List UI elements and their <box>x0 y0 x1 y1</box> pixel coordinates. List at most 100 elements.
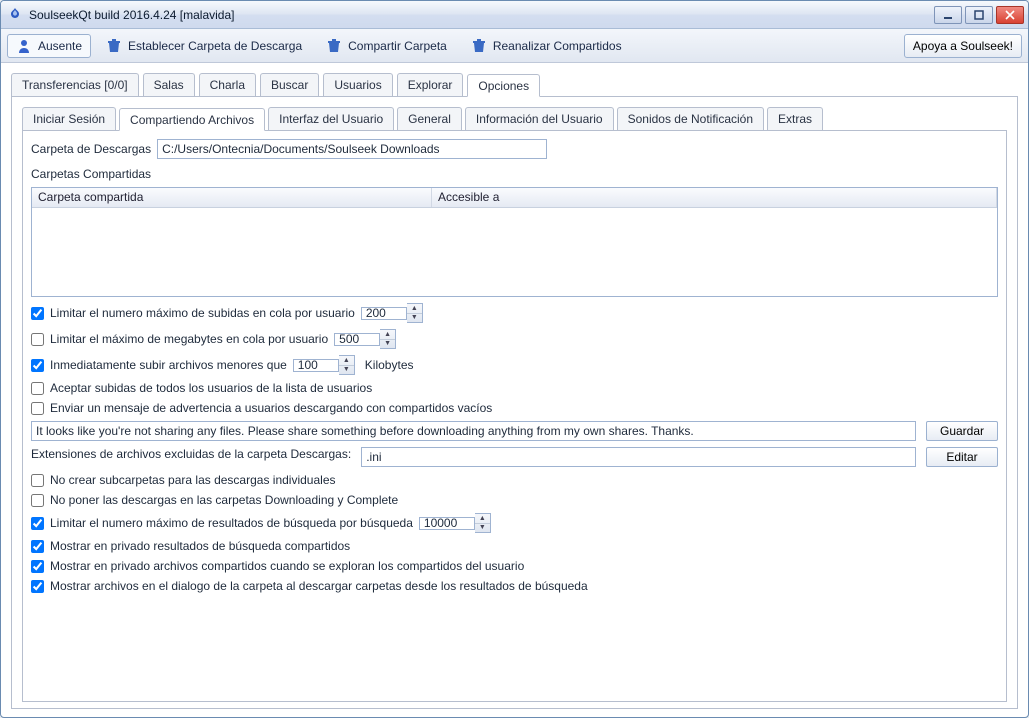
private-search-results-label: Mostrar en privado resultados de búsqued… <box>50 539 350 553</box>
subtab-sounds[interactable]: Sonidos de Notificación <box>617 107 764 130</box>
limit-mb-per-user-value[interactable] <box>334 333 380 346</box>
tab-transfers[interactable]: Transferencias [0/0] <box>11 73 139 96</box>
download-folder-input[interactable] <box>157 139 547 159</box>
private-browse-shares-checkbox[interactable] <box>31 560 44 573</box>
limit-mb-per-user-checkbox[interactable] <box>31 333 44 346</box>
limit-mb-per-user-label: Limitar el máximo de megabytes en cola p… <box>50 332 328 346</box>
subtab-general[interactable]: General <box>397 107 462 130</box>
limit-uploads-per-user-label: Limitar el numero máximo de subidas en c… <box>50 306 355 320</box>
tab-rooms-label: Salas <box>154 78 184 92</box>
private-search-results-checkbox[interactable] <box>31 540 44 553</box>
limit-search-results-checkbox[interactable] <box>31 517 44 530</box>
rescan-shares-label: Reanalizar Compartidos <box>493 39 622 53</box>
spinner-arrows[interactable]: ▲▼ <box>339 355 355 375</box>
edit-button-label: Editar <box>946 450 977 464</box>
save-button[interactable]: Guardar <box>926 421 998 441</box>
no-subfolders-label: No crear subcarpetas para las descargas … <box>50 473 336 487</box>
show-files-dialog-row: Mostrar archivos en el dialogo de la car… <box>31 579 998 593</box>
show-files-dialog-checkbox[interactable] <box>31 580 44 593</box>
immediate-upload-checkbox[interactable] <box>31 359 44 372</box>
col-accessible-to[interactable]: Accesible a <box>432 188 997 207</box>
limit-mb-per-user-spinner[interactable]: ▲▼ <box>334 329 396 349</box>
tab-search[interactable]: Buscar <box>260 73 319 96</box>
tab-browse-label: Explorar <box>408 78 453 92</box>
no-subfolders-checkbox[interactable] <box>31 474 44 487</box>
tab-users-label: Usuarios <box>334 78 381 92</box>
subtab-login[interactable]: Iniciar Sesión <box>22 107 116 130</box>
options-subtabs: Iniciar Sesión Compartiendo Archivos Int… <box>22 107 1007 131</box>
limit-search-results-row: Limitar el numero máximo de resultados d… <box>31 513 998 533</box>
file-sharing-panel: Carpeta de Descargas Carpetas Compartida… <box>22 131 1007 702</box>
warn-empty-shares-checkbox[interactable] <box>31 402 44 415</box>
tab-rooms[interactable]: Salas <box>143 73 195 96</box>
warn-empty-shares-label: Enviar un mensaje de advertencia a usuar… <box>50 401 492 415</box>
immediate-upload-row: Inmediatamente subir archivos menores qu… <box>31 355 998 375</box>
accept-all-users-label: Aceptar subidas de todos los usuarios de… <box>50 381 372 395</box>
subtab-file-sharing-label: Compartiendo Archivos <box>130 113 254 127</box>
limit-uploads-per-user-checkbox[interactable] <box>31 307 44 320</box>
subtab-file-sharing[interactable]: Compartiendo Archivos <box>119 108 265 131</box>
private-browse-shares-label: Mostrar en privado archivos compartidos … <box>50 559 524 573</box>
away-button[interactable]: Ausente <box>7 34 91 58</box>
subtab-general-label: General <box>408 112 451 126</box>
tab-chat-label: Charla <box>210 78 245 92</box>
excluded-extensions-label: Extensiones de archivos excluidas de la … <box>31 447 351 467</box>
tab-chat[interactable]: Charla <box>199 73 256 96</box>
download-folder-label: Carpeta de Descargas <box>31 142 151 156</box>
excluded-extensions-row: Extensiones de archivos excluidas de la … <box>31 447 998 467</box>
application-window: SoulseekQt build 2016.4.24 [malavida] Au… <box>0 0 1029 718</box>
trash-icon <box>106 38 122 54</box>
minimize-button[interactable] <box>934 6 962 24</box>
warn-message-input[interactable] <box>31 421 916 441</box>
trash-icon <box>471 38 487 54</box>
main-tabs: Transferencias [0/0] Salas Charla Buscar… <box>11 73 1018 97</box>
spinner-arrows[interactable]: ▲▼ <box>380 329 396 349</box>
immediate-upload-value[interactable] <box>293 359 339 372</box>
immediate-upload-label: Inmediatamente subir archivos menores qu… <box>50 358 287 372</box>
warn-message-row: Guardar <box>31 421 998 441</box>
close-button[interactable] <box>996 6 1024 24</box>
limit-uploads-per-user-value[interactable] <box>361 307 407 320</box>
titlebar: SoulseekQt build 2016.4.24 [malavida] <box>1 1 1028 29</box>
app-icon <box>7 7 23 23</box>
no-subfolders-row: No crear subcarpetas para las descargas … <box>31 473 998 487</box>
window-controls <box>934 6 1028 24</box>
subtab-extras-label: Extras <box>778 112 812 126</box>
excluded-extensions-input[interactable] <box>361 447 916 467</box>
rescan-shares-button[interactable]: Reanalizar Compartidos <box>462 34 631 58</box>
subtab-extras[interactable]: Extras <box>767 107 823 130</box>
no-downloading-complete-row: No poner las descargas en las carpetas D… <box>31 493 998 507</box>
tab-search-label: Buscar <box>271 78 308 92</box>
immediate-upload-unit: Kilobytes <box>365 358 414 372</box>
subtab-user-info[interactable]: Información del Usuario <box>465 107 614 130</box>
tab-options[interactable]: Opciones <box>467 74 540 97</box>
subtab-ui[interactable]: Interfaz del Usuario <box>268 107 394 130</box>
tab-options-label: Opciones <box>478 79 529 93</box>
options-pane: Iniciar Sesión Compartiendo Archivos Int… <box>11 97 1018 709</box>
edit-button[interactable]: Editar <box>926 447 998 467</box>
shared-folders-list[interactable]: Carpeta compartida Accesible a <box>31 187 998 297</box>
subtab-user-info-label: Información del Usuario <box>476 112 603 126</box>
trash-icon <box>326 38 342 54</box>
warn-empty-shares-row: Enviar un mensaje de advertencia a usuar… <box>31 401 998 415</box>
maximize-button[interactable] <box>965 6 993 24</box>
user-away-icon <box>16 38 32 54</box>
limit-search-results-spinner[interactable]: ▲▼ <box>419 513 491 533</box>
accept-all-users-checkbox[interactable] <box>31 382 44 395</box>
show-files-dialog-label: Mostrar archivos en el dialogo de la car… <box>50 579 588 593</box>
share-folder-button[interactable]: Compartir Carpeta <box>317 34 456 58</box>
tab-browse[interactable]: Explorar <box>397 73 464 96</box>
limit-search-results-value[interactable] <box>419 517 475 530</box>
limit-uploads-per-user-spinner[interactable]: ▲▼ <box>361 303 423 323</box>
immediate-upload-spinner[interactable]: ▲▼ <box>293 355 355 375</box>
support-soulseek-button[interactable]: Apoya a Soulseek! <box>904 34 1022 58</box>
set-download-folder-button[interactable]: Establecer Carpeta de Descarga <box>97 34 311 58</box>
spinner-arrows[interactable]: ▲▼ <box>475 513 491 533</box>
limit-uploads-per-user-row: Limitar el numero máximo de subidas en c… <box>31 303 998 323</box>
tab-users[interactable]: Usuarios <box>323 73 392 96</box>
support-soulseek-label: Apoya a Soulseek! <box>913 39 1013 53</box>
spinner-arrows[interactable]: ▲▼ <box>407 303 423 323</box>
no-downloading-complete-checkbox[interactable] <box>31 494 44 507</box>
limit-mb-per-user-row: Limitar el máximo de megabytes en cola p… <box>31 329 998 349</box>
col-shared-folder[interactable]: Carpeta compartida <box>32 188 432 207</box>
